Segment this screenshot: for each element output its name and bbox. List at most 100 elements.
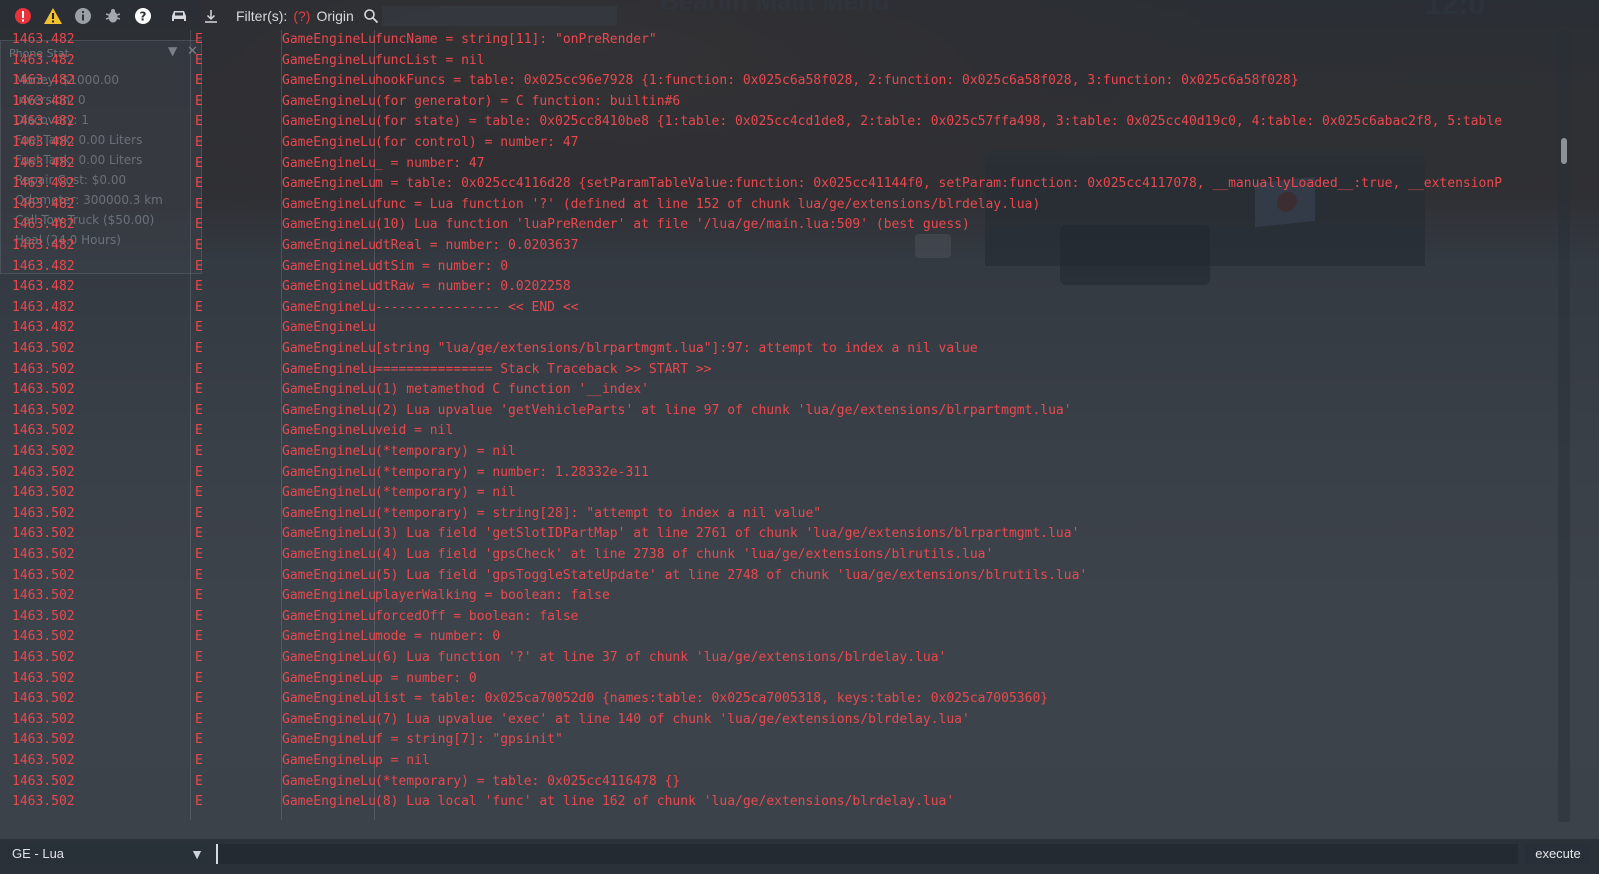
log-time: 1463.502 [12,464,75,480]
log-row[interactable]: 1463.502 E GameEngineLu (*temporary) = nil [12,483,1572,503]
log-row[interactable]: 1463.482 E GameEngineLu m = table: 0x025cc… [12,174,1572,194]
log-origin: GameEngineLu [282,52,375,68]
log-origin: GameEngineLu [282,464,375,480]
log-row[interactable]: 1463.482 E GameEngineLu ---------------- <<… [12,298,1572,318]
log-level: E [195,279,203,295]
log-time: 1463.502 [12,732,75,748]
log-origin: GameEngineLu [282,32,375,47]
log-time: 1463.482 [12,52,75,68]
log-row[interactable]: 1463.482 E GameEngineLu funcList = nil [12,51,1572,71]
log-row[interactable]: 1463.482 E GameEngineLu hookFuncs = table:… [12,71,1572,91]
log-row[interactable]: 1463.502 E GameEngineLu (2) Lua upvalue 'ge… [12,401,1572,421]
help-icon[interactable]: ? [132,5,154,27]
log-time: 1463.502 [12,505,75,521]
log-row[interactable]: 1463.482 E GameEngineLu (for generator) = … [12,92,1572,112]
log-level: E [195,711,203,727]
log-row[interactable]: 1463.502 E GameEngineLu (3) Lua field 'getS… [12,524,1572,544]
log-message: (*temporary) = table: 0x025cc4116478 {} [375,773,681,789]
log-row[interactable]: 1463.482 E GameEngineLu dtRaw = number: 0.… [12,277,1572,297]
log-level: E [195,753,203,768]
log-time: 1463.482 [12,32,75,47]
log-time: 1463.482 [12,238,75,253]
log-row[interactable]: 1463.482 E GameEngineLu [12,318,1572,338]
console-toolbar: ? Filter(s): (?) Origin [0,0,1599,32]
log-message: (7) Lua upvalue 'exec' at line 140 of ch… [375,711,970,727]
search-icon[interactable] [360,5,382,27]
error-icon[interactable] [12,5,34,27]
log-level: E [195,526,203,542]
download-icon[interactable] [200,5,222,27]
log-message: m = table: 0x025cc4116d28 {setParamTable… [375,176,1503,192]
console-input-bar: GE - Lua ▼ execute [0,839,1599,874]
log-time: 1463.502 [12,773,75,789]
lua-context-select[interactable]: GE - Lua ▼ [8,844,208,864]
log-row[interactable]: 1463.482 E GameEngineLu dtSim = number: 0 [12,257,1572,277]
log-origin: GameEngineLu [282,238,375,253]
command-input[interactable] [216,844,1518,864]
log-row[interactable]: 1463.502 E GameEngineLu (*temporary) = num… [12,463,1572,483]
log-row[interactable]: 1463.502 E GameEngineLu f = string[7]: "gp… [12,730,1572,750]
log-origin: GameEngineLu [282,773,375,789]
log-row[interactable]: 1463.502 E GameEngineLu mode = number: 0 [12,627,1572,647]
log-origin: GameEngineLu [282,279,375,295]
log-origin: GameEngineLu [282,258,375,274]
log-row[interactable]: 1463.502 E GameEngineLu (*temporary) = nil [12,442,1572,462]
log-level: E [195,238,203,253]
log-row[interactable]: 1463.502 E GameEngineLu [string "lua/ge/ext… [12,339,1572,359]
execute-button[interactable]: execute [1525,844,1591,864]
log-row[interactable]: 1463.482 E GameEngineLu (10) Lua function '… [12,215,1572,235]
log-origin: GameEngineLu [282,382,375,398]
log-message: (3) Lua field 'getSlotIDPartMap' at line… [375,526,1080,542]
log-row[interactable]: 1463.502 E GameEngineLu (5) Lua field 'gpsT… [12,566,1572,586]
log-row[interactable]: 1463.502 E GameEngineLu (8) Lua local 'func… [12,792,1572,812]
log-row[interactable]: 1463.502 E GameEngineLu (6) Lua function '?… [12,648,1572,668]
info-icon[interactable] [72,5,94,27]
scrollbar-thumb[interactable] [1561,138,1567,164]
log-time: 1463.502 [12,588,75,604]
log-row[interactable]: 1463.482 E GameEngineLu (for control) = nu… [12,133,1572,153]
log-row[interactable]: 1463.482 E GameEngineLu func = Lua functio… [12,195,1572,215]
filter-help-marker[interactable]: (?) [293,8,310,24]
log-message: (8) Lua local 'func' at line 162 of chun… [375,794,955,810]
filter-search-input[interactable] [382,6,617,26]
log-row[interactable]: 1463.502 E GameEngineLu (1) metamethod C fu… [12,380,1572,400]
log-level: E [195,93,203,109]
log-time: 1463.482 [12,217,75,233]
log-row[interactable]: 1463.502 E GameEngineLu (4) Lua field 'gpsC… [12,545,1572,565]
log-scrollbar[interactable] [1558,30,1570,822]
log-row[interactable]: 1463.482 E GameEngineLu (for state) = tabl… [12,112,1572,132]
log-row[interactable]: 1463.502 E GameEngineLu p = nil [12,751,1572,771]
debug-icon[interactable] [102,5,124,27]
log-row[interactable]: 1463.502 E GameEngineLu list = table: 0x02… [12,689,1572,709]
log-level: E [195,547,203,562]
log-row[interactable]: 1463.482 E GameEngineLu funcName = string[… [12,30,1572,50]
log-time: 1463.482 [12,279,75,295]
warning-icon[interactable] [42,5,64,27]
log-row[interactable]: 1463.502 E GameEngineLu veid = nil [12,421,1572,441]
log-level: E [195,32,203,47]
log-time: 1463.482 [12,135,75,150]
log-row[interactable]: 1463.502 E GameEngineLu (7) Lua upvalue 'ex… [12,710,1572,730]
log-origin: GameEngineLu [282,691,375,707]
log-level: E [195,299,203,315]
log-level: E [195,444,203,459]
log-row[interactable]: 1463.502 E GameEngineLu =============== Sta… [12,360,1572,380]
console-log[interactable]: 1463.482 E GameEngineLu funcName = string[… [12,30,1572,830]
log-time: 1463.482 [12,258,75,274]
log-time: 1463.482 [12,93,75,109]
log-origin: GameEngineLu [282,629,375,645]
log-row[interactable]: 1463.502 E GameEngineLu playerWalking = bo… [12,586,1572,606]
log-level: E [195,629,203,645]
log-row[interactable]: 1463.502 E GameEngineLu (*temporary) = tab… [12,772,1572,792]
log-row[interactable]: 1463.482 E GameEngineLu _ = number: 47 [12,154,1572,174]
log-origin: GameEngineLu [282,505,375,521]
log-message: p = nil [375,753,430,768]
log-level: E [195,423,203,439]
vehicle-icon[interactable] [168,5,190,27]
log-row[interactable]: 1463.502 E GameEngineLu p = number: 0 [12,669,1572,689]
log-row[interactable]: 1463.482 E GameEngineLu dtReal = number: 0… [12,236,1572,256]
log-row[interactable]: 1463.502 E GameEngineLu (*temporary) = str… [12,504,1572,524]
log-time: 1463.502 [12,361,75,377]
log-message: dtReal = number: 0.0203637 [375,238,579,253]
log-row[interactable]: 1463.502 E GameEngineLu forcedOff = boolea… [12,607,1572,627]
